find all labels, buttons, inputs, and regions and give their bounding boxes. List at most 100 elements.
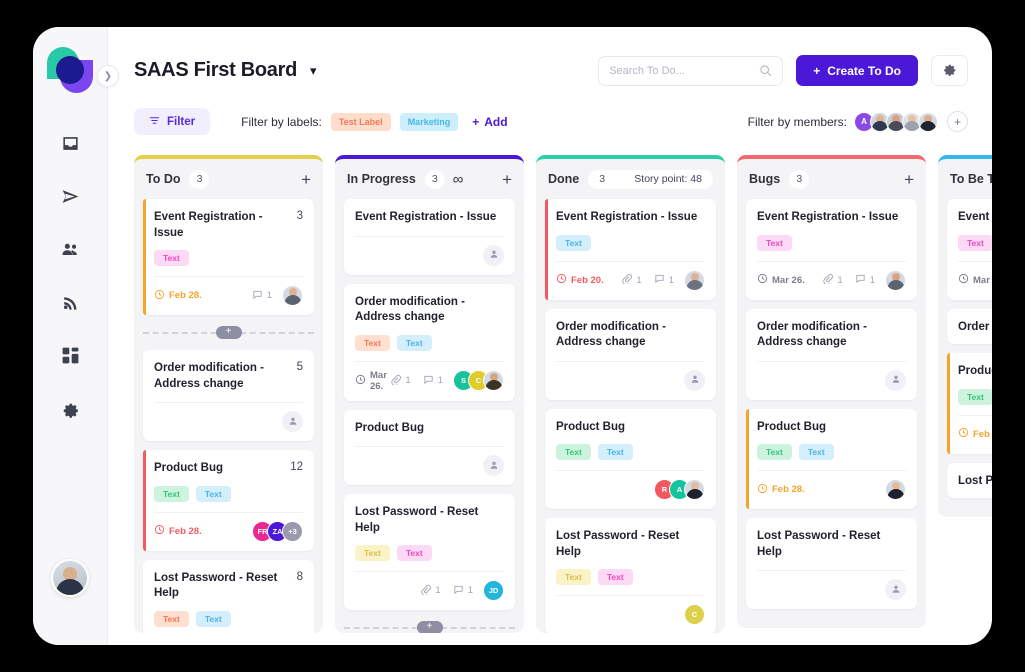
- card-tag[interactable]: Text: [757, 444, 792, 461]
- card-title: Lost Pa: [958, 474, 992, 487]
- kanban-card[interactable]: Order modification - Address change 5: [143, 350, 314, 442]
- assignee-avatar[interactable]: JD: [483, 580, 504, 602]
- add-label-button[interactable]: + Add: [472, 115, 507, 129]
- label-chip-marketing[interactable]: Marketing: [399, 112, 459, 131]
- card-tag[interactable]: Text: [396, 334, 432, 351]
- card-tag[interactable]: Text: [355, 334, 390, 351]
- assignee-initials: C: [475, 376, 482, 386]
- card-tag[interactable]: Text: [597, 569, 633, 586]
- search-icon: [759, 64, 772, 77]
- clock-icon: [757, 273, 768, 287]
- kanban-card[interactable]: Event Registration - Issue 3 Text Feb 28. 1: [143, 199, 314, 316]
- column-header: To Do 3 +: [134, 159, 323, 199]
- kanban-card[interactable]: Event R Text Mar 2: [947, 199, 992, 300]
- kanban-card[interactable]: Order m change: [947, 308, 992, 345]
- card-header: Order modification - Address change: [757, 320, 906, 351]
- assign-member-button[interactable]: [684, 369, 705, 391]
- card-tag[interactable]: Text: [396, 545, 432, 562]
- gear-icon: [942, 61, 957, 81]
- kanban-card[interactable]: Product Bug 12 Text Text Feb 28. FR ZA +3: [143, 450, 314, 551]
- column-add-card-plus-icon[interactable]: +: [904, 171, 914, 188]
- card-tag[interactable]: Text: [556, 569, 591, 586]
- card-tag[interactable]: Text: [154, 485, 189, 502]
- label-chip-test-label[interactable]: Test Label: [330, 112, 391, 131]
- assignee-avatar[interactable]: C: [684, 604, 705, 626]
- dropzone-add-plus-icon[interactable]: +: [416, 620, 443, 633]
- kanban-card[interactable]: Lost Password - Reset Help Text Text C: [545, 518, 716, 633]
- card-tags: Text: [958, 234, 992, 251]
- card-dropzone[interactable]: +: [143, 324, 314, 340]
- kanban-card[interactable]: Order modification - Address change: [545, 308, 716, 400]
- card-due-date-text: Feb 20.: [571, 274, 604, 286]
- card-footer: [154, 411, 303, 433]
- kanban-card[interactable]: Event Registration - Issue Text Feb 20. 1 1: [545, 199, 716, 300]
- filter-bar: Filter Filter by labels: Test Label Mark…: [134, 108, 992, 135]
- kanban-card[interactable]: Order modification - Address change: [746, 308, 917, 400]
- card-tag[interactable]: Text: [757, 234, 792, 251]
- assign-member-button[interactable]: [885, 579, 906, 601]
- create-todo-button[interactable]: + Create To Do: [796, 55, 918, 86]
- card-tags: Text Text: [355, 334, 504, 351]
- sidebar-item-rss[interactable]: [48, 286, 92, 324]
- card-tag[interactable]: Text: [355, 545, 390, 562]
- assignee-avatar[interactable]: [282, 285, 303, 307]
- card-comment-count: 1: [423, 374, 443, 388]
- card-tag[interactable]: Text: [556, 234, 591, 251]
- sidebar-item-settings[interactable]: [48, 392, 92, 430]
- assignee-avatar[interactable]: [885, 269, 906, 291]
- filter-button[interactable]: Filter: [134, 108, 211, 135]
- board-settings-button[interactable]: [931, 55, 968, 86]
- card-tag[interactable]: Text: [958, 234, 992, 251]
- board-chevron-down-icon[interactable]: ▾: [310, 63, 317, 79]
- card-tag[interactable]: Text: [958, 388, 992, 405]
- assignee-avatar[interactable]: [885, 479, 906, 501]
- kanban-card[interactable]: Lost Password - Reset Help Text Text 1 1 JD: [344, 494, 515, 611]
- sidebar-item-inbox[interactable]: [48, 127, 92, 165]
- kanban-card[interactable]: Event Registration - Issue Text Mar 26. 1 1: [746, 199, 917, 300]
- search-input[interactable]: [609, 64, 760, 77]
- card-tag[interactable]: Text: [195, 485, 231, 502]
- kanban-card[interactable]: Product Bug Text Text R A: [545, 408, 716, 510]
- member-avatar[interactable]: [918, 111, 938, 132]
- kanban-card[interactable]: Event Registration - Issue: [344, 199, 515, 275]
- assign-member-button[interactable]: [885, 369, 906, 391]
- assign-member-button[interactable]: [282, 411, 303, 433]
- user-avatar[interactable]: [51, 559, 89, 597]
- card-dropzone[interactable]: +: [344, 619, 515, 633]
- card-tag[interactable]: Text: [195, 610, 231, 627]
- kanban-card[interactable]: Lost Password - Reset Help: [746, 518, 917, 610]
- card-divider: [355, 446, 504, 448]
- assignee-avatar[interactable]: +3: [282, 520, 303, 542]
- column-add-card-plus-icon[interactable]: +: [502, 171, 512, 188]
- card-due-date: Feb 28.: [757, 483, 805, 497]
- search-box[interactable]: [598, 55, 784, 86]
- kanban-card[interactable]: Lost Password - Reset Help8TextTextFeb 2…: [143, 559, 314, 633]
- kanban-card[interactable]: Product Bug Text Text Feb 28.: [746, 408, 917, 510]
- card-due-date: Mar 2: [958, 273, 992, 287]
- card-tag[interactable]: Text: [597, 444, 633, 461]
- dropzone-add-plus-icon[interactable]: +: [215, 325, 242, 339]
- sidebar-item-dashboard[interactable]: [48, 339, 92, 377]
- card-tag[interactable]: Text: [154, 610, 189, 627]
- sidebar-collapse-chevron-right-icon[interactable]: ❯: [97, 65, 119, 87]
- assignee-avatar[interactable]: [684, 269, 705, 291]
- kanban-card[interactable]: Lost Pa: [947, 462, 992, 499]
- dashboard-grid-icon: [61, 346, 80, 370]
- assignee-avatar[interactable]: [483, 370, 504, 392]
- assignee-avatar[interactable]: [684, 479, 705, 501]
- sidebar-item-send[interactable]: [48, 180, 92, 218]
- add-member-button[interactable]: +: [947, 111, 968, 132]
- assignee-initials: ZA: [272, 526, 283, 536]
- sidebar-item-people[interactable]: [48, 233, 92, 271]
- kanban-card[interactable]: Product Bug: [344, 409, 515, 486]
- kanban-card[interactable]: Order modification - Address change Text T…: [344, 283, 515, 401]
- column-add-card-plus-icon[interactable]: +: [301, 171, 311, 188]
- card-tag[interactable]: Text: [798, 444, 834, 461]
- clock-icon: [154, 524, 165, 538]
- assign-member-button[interactable]: [483, 244, 504, 266]
- kanban-card[interactable]: Produc TextText Feb 2: [947, 353, 992, 454]
- card-divider: [556, 595, 705, 597]
- card-tag[interactable]: Text: [556, 444, 591, 461]
- card-tag[interactable]: Text: [154, 250, 189, 267]
- assign-member-button[interactable]: [483, 455, 504, 477]
